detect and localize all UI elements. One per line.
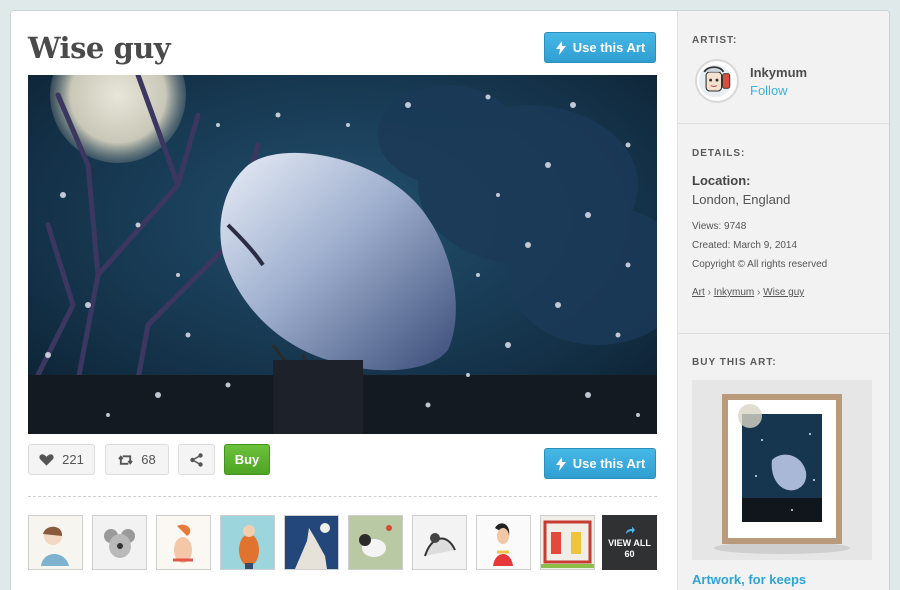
share-icon xyxy=(190,452,203,467)
like-button[interactable]: 221 xyxy=(28,444,95,475)
thumbnail-1[interactable] xyxy=(28,515,83,570)
artwork-for-keeps-link[interactable]: Artwork, for keeps xyxy=(692,572,806,587)
repost-count: 68 xyxy=(141,452,156,467)
breadcrumb-separator: › xyxy=(757,287,761,298)
artist-name[interactable]: Inkymum xyxy=(750,65,807,80)
thumbnail-9[interactable] xyxy=(540,515,595,570)
use-this-art-button-top[interactable]: Use this Art xyxy=(544,32,656,63)
sidebar: ARTIST: Inkymum Follow DETAILS: Location… xyxy=(677,11,889,590)
location-value: London, England xyxy=(692,192,791,207)
breadcrumb-artist[interactable]: Inkymum xyxy=(714,287,755,298)
breadcrumb-separator: › xyxy=(707,287,711,298)
divider xyxy=(678,333,889,334)
view-all-button[interactable]: VIEW ALL 60 xyxy=(602,515,657,570)
artwork-image[interactable] xyxy=(28,75,657,434)
use-this-art-label: Use this Art xyxy=(572,40,646,55)
thumbnail-5[interactable] xyxy=(284,515,339,570)
framed-print-preview[interactable] xyxy=(692,380,872,560)
follow-link[interactable]: Follow xyxy=(750,83,788,98)
use-this-art-label: Use this Art xyxy=(572,456,646,471)
details-label: DETAILS: xyxy=(692,148,746,159)
thumbnail-7[interactable] xyxy=(412,515,467,570)
page-title: Wise guy xyxy=(28,31,171,65)
view-all-count: 60 xyxy=(624,548,635,559)
lightning-icon xyxy=(555,40,566,55)
views-count: Views: 9748 xyxy=(692,221,747,232)
main-column: Wise guy Use this Art 221 68 Buy Use thi… xyxy=(11,11,677,590)
thumbnail-8[interactable] xyxy=(476,515,531,570)
breadcrumb-title[interactable]: Wise guy xyxy=(763,287,804,298)
heart-icon xyxy=(39,453,54,466)
breadcrumb-art[interactable]: Art xyxy=(692,287,705,298)
thumbnail-2[interactable] xyxy=(92,515,147,570)
use-this-art-button-bottom[interactable]: Use this Art xyxy=(544,448,656,479)
artist-label: ARTIST: xyxy=(692,35,738,46)
repost-button[interactable]: 68 xyxy=(105,444,169,475)
share-arrow-icon xyxy=(625,526,635,534)
page-frame: Wise guy Use this Art 221 68 Buy Use thi… xyxy=(10,10,890,590)
view-all-label: VIEW ALL xyxy=(608,537,651,548)
location-label: Location: xyxy=(692,173,751,188)
like-count: 221 xyxy=(62,452,84,467)
thumbnail-4[interactable] xyxy=(220,515,275,570)
thumbnail-6[interactable] xyxy=(348,515,403,570)
thumbnail-3[interactable] xyxy=(156,515,211,570)
buy-button[interactable]: Buy xyxy=(224,444,270,475)
avatar[interactable] xyxy=(695,59,739,103)
share-button[interactable] xyxy=(178,444,215,475)
copyright-text: Copyright © All rights reserved xyxy=(692,259,828,270)
divider xyxy=(28,496,657,497)
repost-icon xyxy=(118,454,134,465)
created-date: Created: March 9, 2014 xyxy=(692,240,798,251)
buy-this-art-label: BUY THIS ART: xyxy=(692,357,777,368)
divider xyxy=(678,123,889,124)
lightning-icon xyxy=(555,456,566,471)
breadcrumb: Art › Inkymum › Wise guy xyxy=(692,287,804,298)
